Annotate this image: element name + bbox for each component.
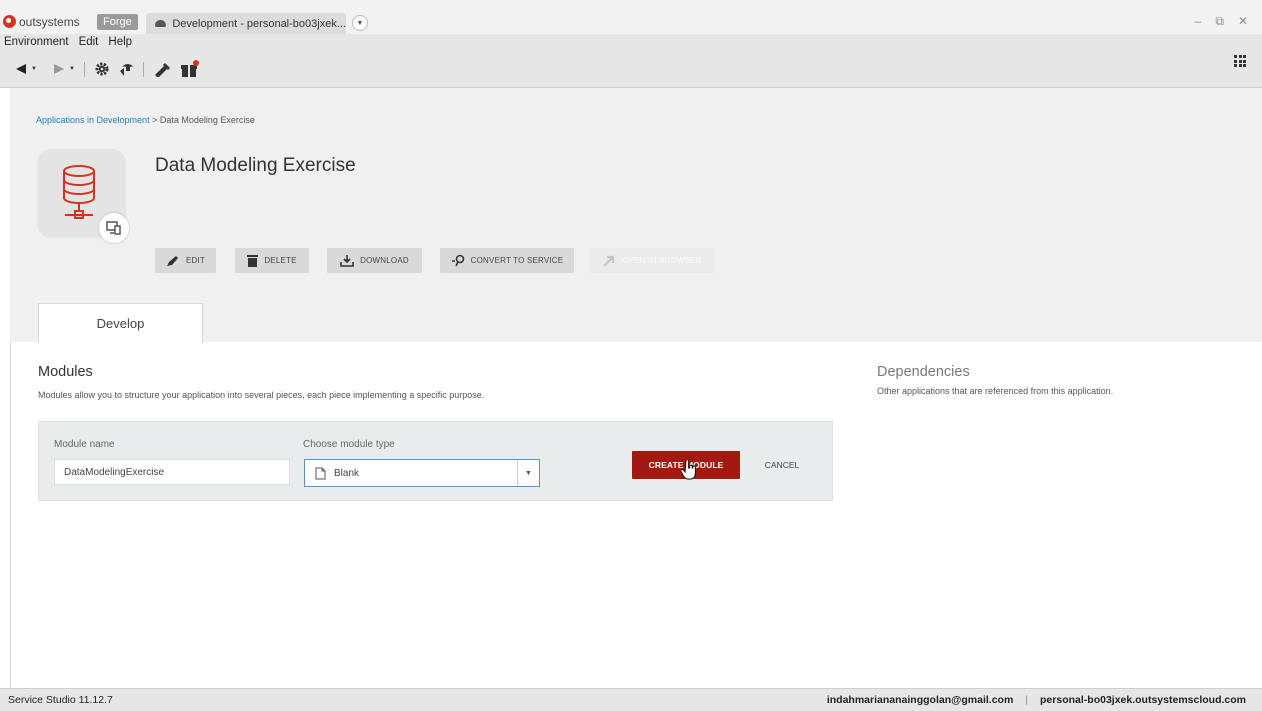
breadcrumb-link[interactable]: Applications in Development [36,115,150,125]
user-email[interactable]: indahmariananainggolan@gmail.com [827,694,1013,706]
breadcrumb-separator: > [149,115,160,125]
menu-edit[interactable]: Edit [79,36,99,48]
convert-icon [451,254,464,267]
forge-tab[interactable]: Forge [97,14,138,30]
brand-name: outsystems [19,14,80,29]
title-bar: outsystems Forge Development - personal-… [0,0,1262,34]
app-title: Data Modeling Exercise [155,155,356,176]
application-header: Applications in Development > Data Model… [10,88,1262,343]
close-icon[interactable]: ✕ [1238,14,1248,29]
environment-url[interactable]: personal-bo03jxek.outsystemscloud.com [1040,694,1246,706]
chevron-down-icon[interactable]: ▼ [517,460,539,486]
gift-icon[interactable] [178,59,202,79]
back-icon[interactable] [14,59,28,79]
module-name-label: Module name [54,439,115,450]
publish-icon[interactable] [116,59,138,79]
gear-icon[interactable] [92,59,112,79]
hand-cursor-icon [681,460,696,480]
module-type-label: Choose module type [303,439,395,450]
restore-icon[interactable]: ⧉ [1215,14,1224,29]
tab-develop[interactable]: Develop [38,303,203,343]
create-module-panel: Module name Choose module type Blank ▼ C… [38,421,833,501]
tab-dropdown-button[interactable]: ▼ [352,15,368,31]
menu-help[interactable]: Help [108,36,132,48]
menu-bar: Environment Edit Help [0,34,1262,50]
pencil-icon [166,255,178,266]
toolbar-separator [143,62,144,77]
status-bar: Service Studio 11.12.7 indahmariananaing… [0,688,1262,711]
apps-grid-icon[interactable] [1234,55,1246,67]
toolbar: ▼ ▼ [0,50,1262,88]
blank-file-icon [315,467,326,479]
trash-icon [247,255,259,267]
menu-environment[interactable]: Environment [4,36,69,48]
status-right: indahmariananainggolan@gmail.com | perso… [827,694,1246,706]
cancel-button[interactable]: CANCEL [757,451,807,479]
delete-button-label: DELETE [264,256,297,265]
breadcrumb-current: Data Modeling Exercise [159,115,255,125]
modules-description: Modules allow you to structure your appl… [38,390,485,400]
pipette-icon[interactable] [152,59,174,79]
cloud-icon [155,20,167,27]
dependencies-title: Dependencies [877,364,970,380]
module-type-value: Blank [334,467,360,479]
module-type-select[interactable]: Blank ▼ [304,459,540,487]
toolbar-separator [84,62,85,77]
status-divider: | [1025,694,1029,706]
delete-button[interactable]: DELETE [235,248,309,273]
module-name-input[interactable] [54,459,290,485]
forward-history-icon[interactable]: ▼ [68,59,76,79]
convert-button-label: CONVERT TO SERVICE [470,256,564,265]
forward-icon[interactable] [52,59,66,79]
version-label: Service Studio 11.12.7 [8,694,113,706]
open-browser-button-label: OPEN IN BROWSER [622,256,702,265]
modules-title: Modules [38,364,93,380]
edit-button-label: EDIT [185,256,206,265]
device-icon [99,213,129,243]
edit-button[interactable]: EDIT [155,248,216,273]
minimize-icon[interactable]: – [1195,14,1202,29]
window-controls: – ⧉ ✕ [1195,14,1248,29]
brand: outsystems [3,13,80,30]
back-history-icon[interactable]: ▼ [30,59,38,79]
download-icon [340,255,354,267]
download-button-label: DOWNLOAD [360,256,409,265]
open-in-browser-button[interactable]: OPEN IN BROWSER [589,248,715,273]
outsystems-logo-icon [3,15,16,28]
open-browser-icon [603,255,615,267]
dependencies-description: Other applications that are referenced f… [877,386,1114,396]
content-border [10,342,11,688]
environment-tab-label: Development - personal-bo03jxek... [172,17,346,30]
download-button[interactable]: DOWNLOAD [327,248,422,273]
breadcrumb: Applications in Development > Data Model… [36,115,255,125]
database-icon [63,165,95,219]
convert-to-service-button[interactable]: CONVERT TO SERVICE [440,248,574,273]
environment-tab[interactable]: Development - personal-bo03jxek... [146,13,346,34]
